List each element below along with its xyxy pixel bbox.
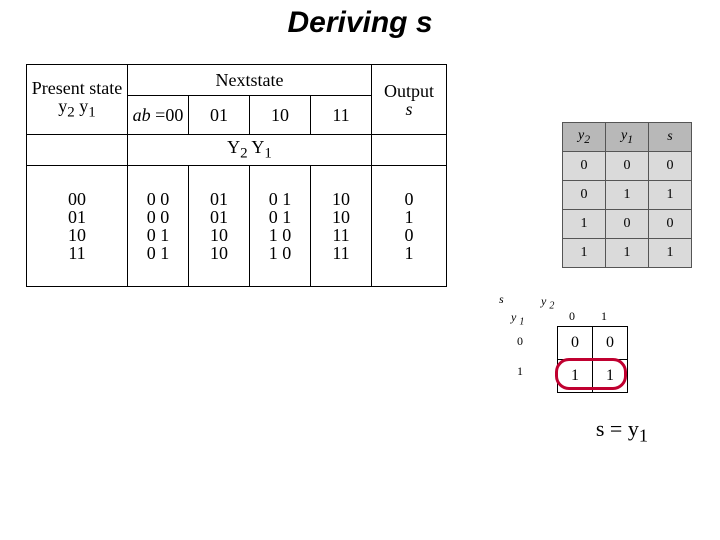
outputs: 0 1 0 1 (372, 166, 447, 287)
output-blank (372, 135, 447, 166)
kmap-row-var: y 1 (511, 310, 524, 327)
kmap-col-var: y 2 (541, 294, 554, 311)
kmap-col-h0: 0 (569, 309, 575, 324)
ab-01-col: 01 (189, 96, 250, 135)
kmap-cell: 1 (593, 360, 628, 393)
kmap-row-h0: 0 (517, 334, 523, 349)
ns-ab10: 0 1 0 1 1 0 1 0 (250, 166, 311, 287)
tt-row: 1 1 1 (563, 239, 692, 268)
kmap-output-label: s (499, 292, 504, 307)
ns-ab11: 10 10 11 11 (311, 166, 372, 287)
output-header: Output s (372, 65, 447, 135)
kmap-cell: 0 (558, 327, 593, 360)
ns-ab00: 0 0 0 0 0 1 0 1 (128, 166, 189, 287)
ab-00-col: ab =00 (128, 96, 189, 135)
kmap-cell: 0 (593, 327, 628, 360)
state-table: Present state y2 y1 Nextstate Output s a… (26, 64, 447, 287)
kmap-cell: 1 (558, 360, 593, 393)
tt-row: 0 0 0 (563, 152, 692, 181)
tt-row: 0 1 1 (563, 181, 692, 210)
ab-11-col: 11 (311, 96, 372, 135)
kmap-row-h1: 1 (517, 364, 523, 379)
state-row: 00 01 10 11 0 0 0 0 0 1 0 1 01 01 10 10 … (27, 166, 447, 287)
tt-h-s: s (649, 123, 692, 152)
ns-ab01: 01 01 10 10 (189, 166, 250, 287)
kmap: s y 2 y 1 0 1 0 1 0 0 1 1 (529, 312, 628, 393)
tt-h-y2: y2 (563, 123, 606, 152)
present-states: 00 01 10 11 (27, 166, 128, 287)
present-state-header: Present state y2 y1 (27, 65, 128, 135)
nextstate-header: Nextstate (128, 65, 372, 96)
result-equation: s = y1 (596, 416, 648, 446)
y2y1-blank (27, 135, 128, 166)
page-title: Deriving s (0, 6, 720, 40)
truth-table: y2 y1 s 0 0 0 0 1 1 1 0 0 1 1 1 (562, 122, 692, 268)
tt-h-y1: y1 (606, 123, 649, 152)
tt-row: 1 0 0 (563, 210, 692, 239)
kmap-col-h1: 1 (601, 309, 607, 324)
y2y1-header: Y2 Y1 (128, 135, 372, 166)
ab-10-col: 10 (250, 96, 311, 135)
